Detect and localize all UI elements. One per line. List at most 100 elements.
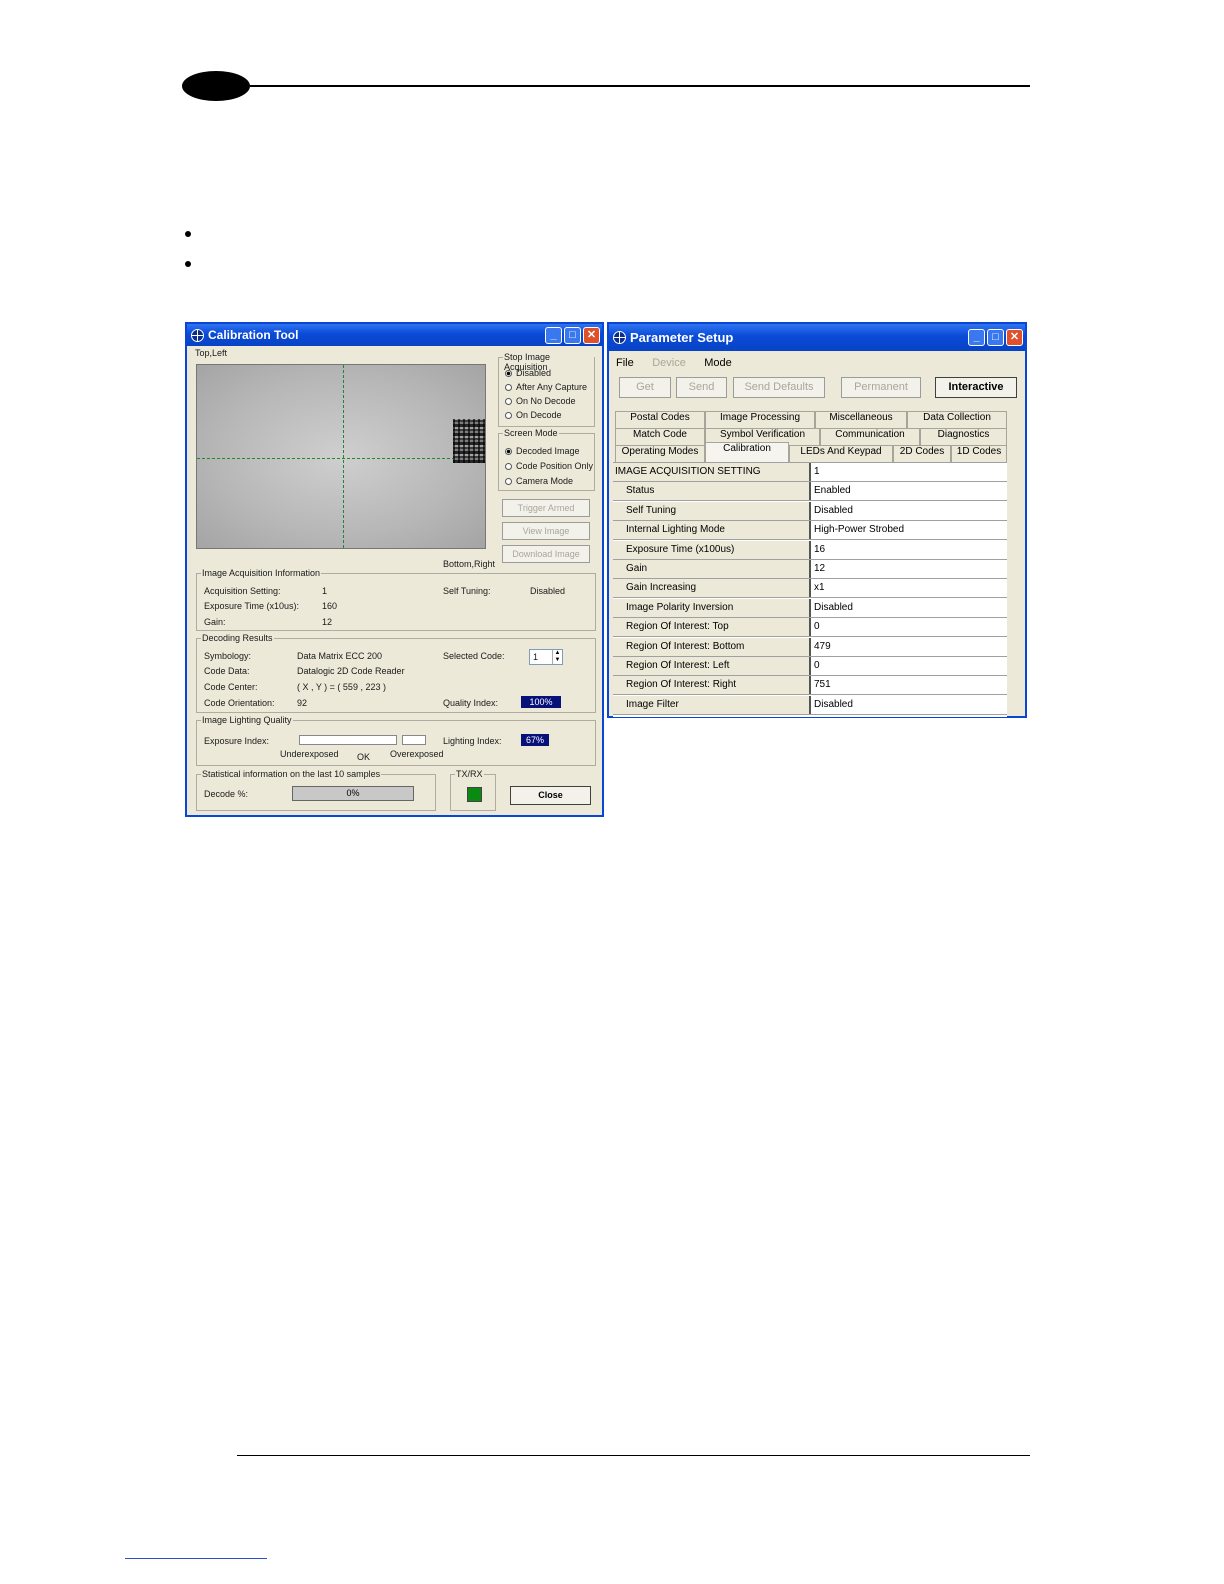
property-value[interactable]: 479 (812, 637, 1007, 656)
property-name: Internal Lighting Mode (613, 521, 811, 540)
send-button[interactable]: Send (676, 377, 727, 398)
tab-1d-codes[interactable]: 1D Codes (951, 445, 1007, 462)
self-tuning-value: Disabled (530, 586, 566, 596)
tab-2d-codes[interactable]: 2D Codes (893, 445, 951, 462)
close-icon[interactable]: ✕ (1006, 329, 1023, 346)
gain-label: Gain: (204, 617, 226, 627)
lighting-quality-group: Image Lighting Quality Exposure Index: U… (196, 715, 596, 766)
interactive-button[interactable]: Interactive (935, 377, 1017, 398)
tab-communication[interactable]: Communication (820, 428, 920, 445)
maximize-icon[interactable]: □ (987, 329, 1004, 346)
property-row[interactable]: Region Of Interest: Top 0 (613, 618, 1007, 638)
send-defaults-button[interactable]: Send Defaults (733, 377, 825, 398)
acq-setting-label: Acquisition Setting: (204, 586, 281, 596)
close-icon[interactable]: ✕ (583, 326, 600, 344)
property-row[interactable]: Image Filter Disabled (613, 695, 1007, 715)
radio-camera-mode[interactable]: Camera Mode (505, 476, 573, 486)
property-name: Image Polarity Inversion (613, 598, 811, 617)
quality-index-label: Quality Index: (443, 698, 499, 708)
maximize-icon[interactable]: □ (564, 326, 581, 344)
property-name: Exposure Time (x100us) (613, 540, 811, 559)
property-name: Region Of Interest: Left (613, 657, 811, 675)
property-value[interactable]: 751 (812, 676, 1007, 695)
get-button[interactable]: Get (619, 377, 671, 398)
menu-mode[interactable]: Mode (704, 357, 732, 369)
selected-code-spinner[interactable]: 1 ▲ ▼ (529, 649, 563, 665)
radio-on-no-decode[interactable]: On No Decode (505, 396, 576, 406)
parameter-setup-window: Parameter Setup _ □ ✕ File Device Mode G… (607, 322, 1027, 718)
property-row[interactable]: Region Of Interest: Bottom 479 (613, 637, 1007, 657)
property-name: Gain Increasing (613, 579, 811, 598)
property-value[interactable]: 1 (812, 463, 1007, 481)
view-image-button[interactable]: View Image (502, 522, 590, 540)
tab-leds-and-keypad[interactable]: LEDs And Keypad (789, 445, 893, 462)
property-row[interactable]: Gain Increasing x1 (613, 579, 1007, 599)
property-row[interactable]: Internal Lighting Mode High-Power Strobed (613, 521, 1007, 541)
radio-after-any-capture[interactable]: After Any Capture (505, 382, 587, 392)
radio-decoded-image[interactable]: Decoded Image (505, 446, 580, 456)
minimize-icon[interactable]: _ (968, 329, 985, 346)
property-value[interactable]: 16 (812, 540, 1007, 559)
top-left-label: Top,Left (195, 348, 228, 358)
property-row[interactable]: Region Of Interest: Left 0 (613, 657, 1007, 676)
tab-image-processing[interactable]: Image Processing (705, 411, 815, 428)
property-name: Status (613, 482, 811, 501)
calibration-titlebar: Calibration Tool _ □ ✕ (187, 324, 602, 346)
tab-operating-modes[interactable]: Operating Modes (615, 445, 705, 462)
quality-index-value: 100% (529, 697, 553, 707)
tab-miscellaneous[interactable]: Miscellaneous (815, 411, 907, 428)
property-value[interactable]: 12 (812, 560, 1007, 578)
tab-data-collection[interactable]: Data Collection (907, 411, 1007, 428)
property-value[interactable]: High-Power Strobed (812, 521, 1007, 540)
minimize-icon[interactable]: _ (545, 326, 562, 344)
permanent-button[interactable]: Permanent (841, 377, 921, 398)
property-row[interactable]: Self Tuning Disabled (613, 501, 1007, 521)
download-image-button[interactable]: Download Image (502, 545, 590, 563)
property-value[interactable]: Disabled (812, 501, 1007, 520)
datamatrix-code (453, 419, 485, 463)
property-row[interactable]: Exposure Time (x100us) 16 (613, 540, 1007, 560)
exposure-index-overexposed-bar (402, 735, 426, 745)
txrx-group: TX/RX (450, 769, 496, 811)
tab-match-code[interactable]: Match Code (615, 428, 705, 445)
radio-on-decode[interactable]: On Decode (505, 410, 562, 420)
radio-code-position-only[interactable]: Code Position Only (505, 461, 593, 471)
statistics-group: Statistical information on the last 10 s… (196, 769, 436, 811)
property-name: Region Of Interest: Top (613, 618, 811, 637)
property-value[interactable]: x1 (812, 579, 1007, 598)
property-value[interactable]: Disabled (812, 695, 1007, 714)
stop-acquisition-group: Stop Image Acquisition Disabled After An… (498, 352, 595, 427)
menu-file[interactable]: File (616, 357, 634, 369)
close-button[interactable]: Close (510, 786, 591, 805)
property-value[interactable]: Enabled (812, 482, 1007, 501)
property-value[interactable]: Disabled (812, 598, 1007, 617)
property-value[interactable]: 0 (812, 618, 1007, 637)
footer-rule (237, 1455, 1030, 1456)
menu-device[interactable]: Device (652, 357, 686, 369)
group-label: Image Acquisition Information (201, 568, 322, 578)
menu-bar: File Device Mode (616, 353, 746, 371)
acq-setting-value: 1 (322, 586, 328, 596)
group-label: Statistical information on the last 10 s… (201, 769, 382, 779)
radio-disabled[interactable]: Disabled (505, 368, 551, 378)
bullet-1 (185, 231, 191, 237)
code-center-label: Code Center: (204, 682, 258, 692)
exposure-index-label: Exposure Index: (204, 736, 270, 746)
code-center-value: ( X , Y ) = ( 559 , 223 ) (297, 682, 386, 692)
tab-calibration[interactable]: Calibration (705, 442, 789, 462)
property-value[interactable]: 0 (812, 657, 1007, 675)
symbology-value: Data Matrix ECC 200 (297, 651, 383, 661)
property-row[interactable]: IMAGE ACQUISITION SETTING 1 (613, 463, 1007, 482)
property-row[interactable]: Gain 12 (613, 560, 1007, 579)
camera-image (196, 364, 486, 549)
trigger-armed-button[interactable]: Trigger Armed (502, 499, 590, 517)
tab-diagnostics[interactable]: Diagnostics (920, 428, 1007, 445)
screen-mode-group: Screen Mode Decoded Image Code Position … (498, 428, 595, 491)
property-row[interactable]: Image Polarity Inversion Disabled (613, 598, 1007, 618)
spinner-arrows-icon[interactable]: ▲ ▼ (552, 650, 562, 664)
group-label: Decoding Results (201, 633, 274, 643)
exposure-index-underexposed-bar (299, 735, 397, 745)
property-row[interactable]: Region Of Interest: Right 751 (613, 676, 1007, 696)
property-row[interactable]: Status Enabled (613, 482, 1007, 502)
tab-postal-codes[interactable]: Postal Codes (615, 411, 705, 428)
